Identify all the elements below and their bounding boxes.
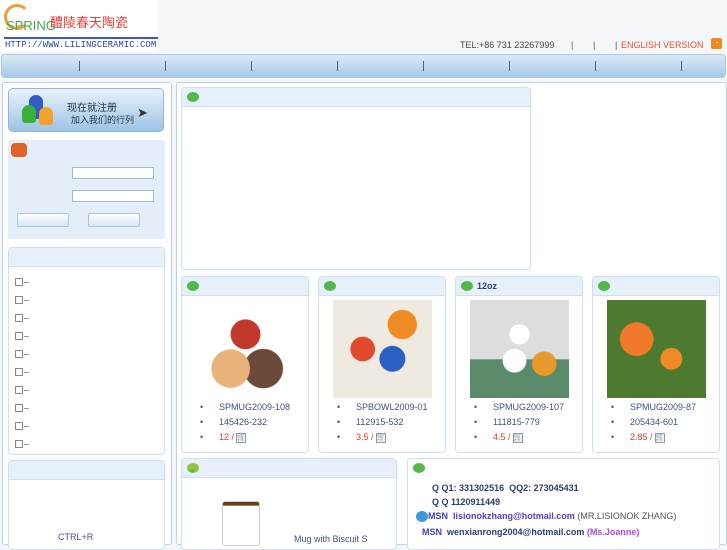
product-image[interactable]	[196, 300, 295, 398]
featured-panel: Mug with Biscuit S	[181, 458, 397, 550]
tree-node-expand[interactable]	[15, 278, 29, 286]
telephone: TEL:+86 731 23267999	[460, 40, 555, 50]
product-image[interactable]	[470, 300, 569, 398]
msn1-email[interactable]: lisionokzhang@hotmail.com	[453, 511, 575, 521]
rss-icon[interactable]: ◔	[711, 38, 722, 49]
badge-icon	[187, 463, 199, 473]
product-price: 2.85 /	[630, 432, 653, 442]
tree-node[interactable]	[15, 314, 29, 322]
msn2-email[interactable]: wenxianrong2004@hotmail.com	[447, 527, 584, 537]
site-url[interactable]: HTTP://WWW.LILINGCERAMIC.COM	[5, 40, 156, 50]
tree-node[interactable]	[15, 422, 29, 430]
cart-icon[interactable]: 🛒	[236, 432, 247, 443]
logo-underline	[4, 37, 158, 39]
product-sub-code: 205434-601	[611, 415, 696, 430]
english-version-link[interactable]: ENGLISH VERSION	[621, 40, 704, 50]
login-panel	[8, 140, 165, 239]
tree-node[interactable]	[15, 350, 29, 358]
tree-node[interactable]	[15, 296, 29, 304]
news-panel	[181, 87, 531, 270]
main-nav-bar[interactable]	[1, 54, 726, 78]
logo-text: SPRING	[6, 18, 56, 33]
chat-bubble-icon	[461, 281, 473, 291]
product-code[interactable]: SPMUG2009-87	[611, 400, 696, 415]
product-image[interactable]	[333, 300, 432, 398]
product-code[interactable]: SPMUG2009-108	[200, 400, 290, 415]
product-card[interactable]: 12oz SPMUG2009-107111815-779 4.5 /🛒	[455, 276, 583, 453]
info-panel: CTRL+R	[8, 460, 165, 550]
tree-node[interactable]	[15, 368, 29, 376]
product-sub-code: 111815-779	[474, 415, 564, 430]
chat-bubble-icon	[187, 281, 199, 291]
tree-node[interactable]	[15, 386, 29, 394]
qq2-label: QQ2:	[509, 483, 532, 493]
separator: |	[615, 40, 618, 50]
qq-number[interactable]: 1120911449	[451, 497, 500, 507]
register-subtitle: 加入我们的行列	[71, 115, 135, 125]
cart-icon[interactable]: 🛒	[512, 432, 523, 443]
product-price: 4.5 /	[493, 432, 511, 442]
tree-node[interactable]	[15, 440, 29, 448]
logo-chinese-name: 醴陵春天陶瓷	[50, 15, 129, 30]
chat-bubble-icon	[187, 92, 199, 102]
panel-header	[9, 248, 164, 267]
product-image[interactable]	[607, 300, 706, 398]
product-price: 12 /	[219, 432, 235, 442]
msn-label: MSN	[422, 527, 442, 537]
product-title: 12oz	[477, 281, 498, 291]
contact-panel: Q Q1: 331302516 QQ2: 273045431 Q Q 11209…	[407, 458, 720, 550]
product-code[interactable]: SPBOWL2009-01	[337, 400, 428, 415]
cart-icon[interactable]: 🛒	[375, 432, 386, 443]
chat-bubble-icon	[598, 281, 610, 291]
username-input[interactable]	[72, 167, 154, 179]
tree-node[interactable]	[15, 404, 29, 412]
tree-node[interactable]	[15, 332, 29, 340]
separator: |	[571, 40, 574, 50]
product-sub-code: 112915-532	[337, 415, 428, 430]
refresh-hint: CTRL+R	[58, 532, 94, 542]
password-input[interactable]	[72, 190, 154, 202]
panel-header	[9, 461, 164, 480]
qq-label: Q Q	[432, 497, 449, 507]
msn-icon	[416, 511, 428, 523]
qq1-number[interactable]: 331302516	[459, 483, 504, 493]
msn1-name: (MR.LISIONOK ZHANG)	[577, 511, 677, 521]
product-card[interactable]: SPMUG2009-108145426-232 12 /🛒	[181, 276, 309, 453]
product-sub-code: 145426-232	[200, 415, 290, 430]
featured-product-label[interactable]: Mug with Biscuit S	[294, 534, 368, 544]
msn2-name: (Ms.Joanne)	[586, 527, 640, 537]
product-card[interactable]: SPMUG2009-87205434-601 2.85 /🛒	[592, 276, 720, 453]
login-button[interactable]	[17, 213, 69, 227]
qq2-number[interactable]: 273045431	[534, 483, 579, 493]
register-button[interactable]	[88, 213, 140, 227]
cart-icon[interactable]: 🛒	[654, 432, 665, 443]
register-banner[interactable]: 现在就注册 加入我们的行列 ➤	[8, 88, 164, 132]
separator: |	[593, 40, 596, 50]
msn-label: MSN	[428, 511, 448, 521]
login-icon	[11, 143, 27, 157]
cursor-icon: ➤	[137, 105, 148, 120]
chat-bubble-icon	[324, 281, 336, 291]
product-card[interactable]: SPBOWL2009-01112915-532 3.5 /🛒	[318, 276, 446, 453]
qq1-label: Q Q1:	[432, 483, 457, 493]
category-tree-panel	[8, 247, 165, 455]
featured-product-image[interactable]	[222, 501, 260, 546]
register-title: 现在就注册	[67, 103, 117, 114]
product-code[interactable]: SPMUG2009-107	[474, 400, 564, 415]
product-price: 3.5 /	[356, 432, 374, 442]
chat-bubble-icon	[413, 463, 425, 473]
